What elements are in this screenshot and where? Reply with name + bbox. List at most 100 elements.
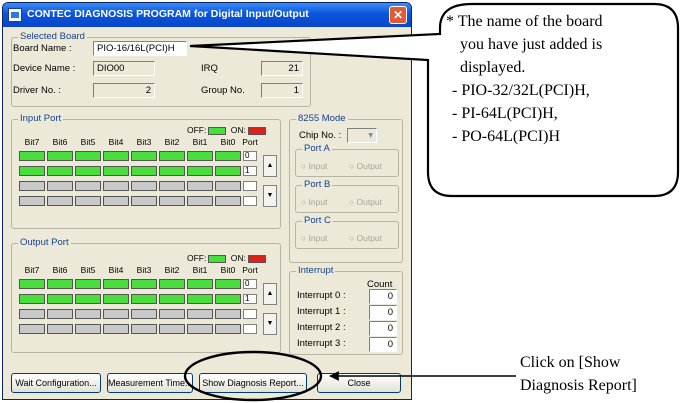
callout-line: - PI-64L(PCI)H,	[452, 105, 558, 122]
output-bit-indicator[interactable]	[187, 324, 213, 334]
output-bit-indicator[interactable]	[103, 309, 129, 319]
show-diagnosis-report-button[interactable]: Show Diagnosis Report...	[199, 373, 307, 393]
callout-line: - PO-64L(PCI)H	[452, 128, 560, 145]
output-bit-indicator[interactable]	[47, 324, 73, 334]
irq-label: IRQ	[201, 63, 218, 74]
output-bit-indicator[interactable]	[19, 294, 45, 304]
callout-line: displayed.	[460, 59, 526, 76]
wait-configuration-button[interactable]: Wait Configuration...	[11, 373, 101, 393]
output-bit-indicator[interactable]	[19, 324, 45, 334]
input-bit-indicator	[47, 151, 73, 161]
output-bit-indicator[interactable]	[187, 309, 213, 319]
window-close-button[interactable]: ✕	[389, 6, 407, 24]
output-bit-indicator[interactable]	[47, 279, 73, 289]
group-no-label: Group No.	[201, 85, 245, 96]
port-c-output-radio[interactable]: ○ Output	[349, 233, 382, 243]
input-bit-indicator	[19, 196, 45, 206]
input-bit-indicator	[19, 166, 45, 176]
output-bit-indicator[interactable]	[215, 309, 241, 319]
port-a-output-radio[interactable]: ○ Output	[349, 161, 382, 171]
input-bit-indicator	[47, 166, 73, 176]
output-bit-indicator[interactable]	[215, 294, 241, 304]
chip-no-label: Chip No. :	[299, 130, 342, 141]
input-bit-indicator	[215, 166, 241, 176]
chevron-down-icon: ▾	[368, 130, 373, 141]
port-a-input-radio[interactable]: ○ Input	[301, 161, 327, 171]
input-bit-indicator	[75, 181, 101, 191]
output-bit-indicator[interactable]	[75, 294, 101, 304]
output-scroll-up-button[interactable]: ▲	[263, 283, 277, 305]
output-bit-indicator[interactable]	[131, 324, 157, 334]
input-bit-indicator	[187, 181, 213, 191]
input-on-label: ON:	[230, 125, 246, 135]
driver-no-label: Driver No. :	[13, 85, 62, 96]
output-bit-header: Bit2	[164, 265, 180, 275]
input-scroll-up-button[interactable]: ▲	[263, 155, 277, 177]
input-bit-indicator	[159, 196, 185, 206]
output-bit-indicator[interactable]	[131, 294, 157, 304]
input-bit-indicator	[215, 196, 241, 206]
output-bit-indicator[interactable]	[159, 309, 185, 319]
port-a-title: Port A	[302, 143, 332, 154]
output-bit-indicator[interactable]	[75, 279, 101, 289]
device-name-field: DIO00	[93, 61, 155, 76]
output-bit-indicator[interactable]	[103, 324, 129, 334]
output-bit-indicator[interactable]	[215, 324, 241, 334]
output-bit-indicator[interactable]	[103, 294, 129, 304]
input-bit-header: Bit5	[80, 137, 96, 147]
chip-no-select[interactable]: ▾	[347, 128, 377, 143]
port-c-input-radio[interactable]: ○ Input	[301, 233, 327, 243]
output-bit-indicator[interactable]	[47, 294, 73, 304]
input-bit-indicator	[131, 196, 157, 206]
output-port-number	[243, 324, 257, 334]
input-bit-indicator	[131, 151, 157, 161]
irq-field: 21	[261, 61, 303, 76]
interrupt-title: Interrupt	[296, 265, 336, 276]
mode-8255-title: 8255 Mode	[296, 113, 348, 124]
output-bit-header: Bit4	[108, 265, 124, 275]
input-bit-indicator	[75, 166, 101, 176]
interrupt-count-field: 0	[369, 305, 397, 320]
close-button[interactable]: Close	[317, 373, 401, 393]
input-scroll-down-button[interactable]: ▼	[263, 185, 277, 207]
input-bit-indicator	[103, 181, 129, 191]
input-bit-indicator	[103, 196, 129, 206]
on-swatch	[247, 126, 266, 135]
diagnosis-window: CONTEC DIAGNOSIS PROGRAM for Digital Inp…	[2, 2, 412, 400]
interrupt-label: Interrupt 2 :	[297, 322, 346, 333]
measurement-time-button[interactable]: Measurement Time...	[107, 373, 193, 393]
input-off-label: OFF:	[187, 125, 207, 135]
output-bit-indicator[interactable]	[19, 279, 45, 289]
output-bit-indicator[interactable]	[187, 294, 213, 304]
output-bit-indicator[interactable]	[19, 309, 45, 319]
output-bit-indicator[interactable]	[159, 324, 185, 334]
input-bit-header: Bit4	[108, 137, 124, 147]
input-bit-grid: Bit7 Bit6 Bit5 Bit4 Bit3 Bit2 Bit1 Bit0 Port 0 1 ▲ ▼	[19, 137, 279, 215]
output-bit-indicator[interactable]	[47, 309, 73, 319]
output-bit-indicator[interactable]	[187, 279, 213, 289]
input-bit-header: Bit3	[136, 137, 152, 147]
input-bit-header: Bit2	[164, 137, 180, 147]
output-bit-indicator[interactable]	[159, 294, 185, 304]
port-b-input-radio[interactable]: ○ Input	[301, 197, 327, 207]
input-bit-indicator	[19, 151, 45, 161]
on-swatch	[247, 254, 266, 263]
output-port-number: 1	[243, 294, 257, 304]
close-icon: ✕	[392, 8, 404, 22]
output-bit-indicator[interactable]	[159, 279, 185, 289]
output-bit-indicator[interactable]	[131, 309, 157, 319]
caption-line-2: Diagnosis Report]	[520, 377, 637, 394]
port-b-output-radio[interactable]: ○ Output	[349, 197, 382, 207]
output-bit-indicator[interactable]	[75, 309, 101, 319]
window-title: CONTEC DIAGNOSIS PROGRAM for Digital Inp…	[27, 8, 309, 20]
output-bit-indicator[interactable]	[103, 279, 129, 289]
interrupt-label: Interrupt 3 :	[297, 338, 346, 349]
output-bit-indicator[interactable]	[75, 324, 101, 334]
output-scroll-down-button[interactable]: ▼	[263, 313, 277, 335]
board-name-label: Board Name :	[13, 43, 72, 54]
output-bit-indicator[interactable]	[131, 279, 157, 289]
input-bit-indicator	[159, 151, 185, 161]
input-bit-indicator	[187, 166, 213, 176]
output-port-number	[243, 309, 257, 319]
output-bit-indicator[interactable]	[215, 279, 241, 289]
